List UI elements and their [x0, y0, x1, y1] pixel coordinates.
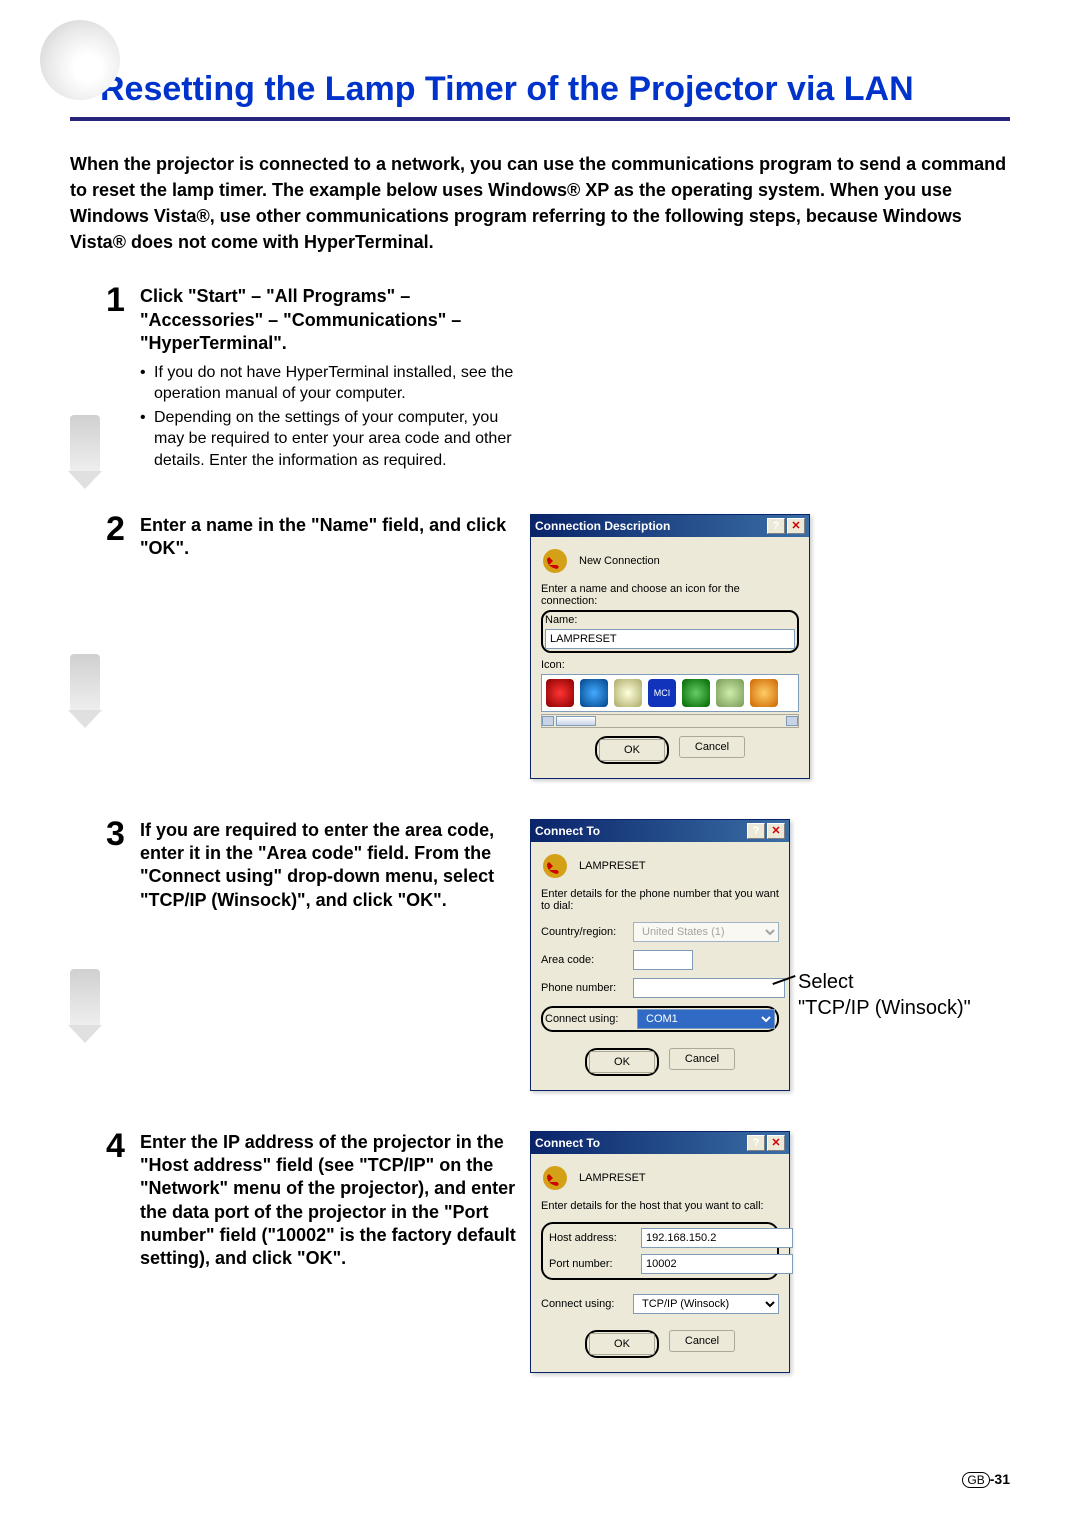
bullet-item: Depending on the settings of your comput…	[140, 407, 530, 472]
annotation-callout: Select "TCP/IP (Winsock)"	[798, 969, 971, 1021]
corner-decoration	[40, 20, 120, 100]
country-label: Country/region:	[541, 926, 627, 938]
connection-icon-5[interactable]	[682, 679, 710, 707]
name-label: Name:	[545, 614, 795, 626]
ok-button[interactable]: OK	[589, 1051, 655, 1073]
dialog-subtitle: LAMPRESET	[579, 1172, 646, 1184]
connect-using-label: Connect using:	[545, 1013, 631, 1025]
scroll-right[interactable]	[786, 716, 798, 726]
connect-to-dialog-host: Connect To ? ✕ LAMPRESET Enter details f…	[530, 1131, 790, 1373]
connection-icon-7[interactable]	[750, 679, 778, 707]
page-footer: GB-31	[962, 1471, 1010, 1488]
phone-label: Phone number:	[541, 982, 627, 994]
dialog-title: Connect To	[535, 824, 600, 838]
close-icon: ✕	[771, 824, 780, 837]
step-heading: If you are required to enter the area co…	[140, 819, 530, 913]
step-number: 2	[106, 510, 125, 549]
telephone-icon	[541, 852, 569, 880]
intro-paragraph: When the projector is connected to a net…	[70, 151, 1010, 255]
step-arrow	[70, 969, 100, 1029]
annotation-line2: "TCP/IP (Winsock)"	[798, 995, 971, 1021]
connect-using-select[interactable]: COM1	[637, 1009, 775, 1029]
connection-icon-6[interactable]	[716, 679, 744, 707]
dialog-title: Connect To	[535, 1136, 600, 1150]
close-icon: ✕	[791, 519, 800, 532]
help-button[interactable]: ?	[767, 518, 785, 534]
icon-picker[interactable]: MCI	[541, 674, 799, 712]
name-input[interactable]	[545, 629, 795, 649]
host-port-highlight: Host address: Port number:	[541, 1222, 779, 1280]
dialog-instruction: Enter a name and choose an icon for the …	[541, 583, 799, 607]
port-number-label: Port number:	[549, 1258, 635, 1270]
connect-using-label: Connect using:	[541, 1298, 627, 1310]
title-underline	[70, 117, 1010, 121]
page-number: -31	[990, 1471, 1010, 1487]
help-button[interactable]: ?	[747, 1135, 765, 1151]
ok-highlight: OK	[585, 1048, 659, 1076]
close-button[interactable]: ✕	[787, 518, 805, 534]
step-arrow	[70, 654, 100, 714]
annotation-line1: Select	[798, 969, 971, 995]
step-arrow	[70, 415, 100, 475]
step-3: 3 If you are required to enter the area …	[70, 819, 1010, 1091]
step-number: 1	[106, 281, 125, 320]
close-icon: ✕	[771, 1136, 780, 1149]
close-button[interactable]: ✕	[767, 823, 785, 839]
bullet-item: If you do not have HyperTerminal install…	[140, 362, 530, 405]
step-number: 3	[106, 815, 125, 854]
help-button[interactable]: ?	[747, 823, 765, 839]
step-4: 4 Enter the IP address of the projector …	[70, 1131, 1010, 1373]
close-button[interactable]: ✕	[767, 1135, 785, 1151]
cancel-button[interactable]: Cancel	[679, 736, 745, 758]
region-badge: GB	[962, 1472, 989, 1488]
connection-icon-3[interactable]	[614, 679, 642, 707]
connection-icon-mci[interactable]: MCI	[648, 679, 676, 707]
help-icon: ?	[753, 825, 760, 837]
icon-scrollbar[interactable]	[541, 714, 799, 728]
port-number-input[interactable]	[641, 1254, 793, 1274]
host-address-label: Host address:	[549, 1232, 635, 1244]
connection-description-dialog: Connection Description ? ✕ New Connectio…	[530, 514, 810, 779]
step-1: 1 Click "Start" – "All Programs" – "Acce…	[70, 285, 1010, 473]
icon-label: Icon:	[541, 659, 799, 671]
ok-button[interactable]: OK	[589, 1333, 655, 1355]
scroll-thumb[interactable]	[556, 716, 596, 726]
ok-highlight: OK	[585, 1330, 659, 1358]
step-heading: Click "Start" – "All Programs" – "Access…	[140, 285, 530, 355]
phone-input[interactable]	[633, 978, 785, 998]
dialog-subtitle: New Connection	[579, 555, 660, 567]
area-code-label: Area code:	[541, 954, 627, 966]
connect-to-dialog-phone: Connect To ? ✕ LAMPRESET Enter details f…	[530, 819, 790, 1091]
area-code-input[interactable]	[633, 950, 693, 970]
dialog-title: Connection Description	[535, 519, 670, 533]
country-select[interactable]: United States (1)	[633, 922, 779, 942]
cancel-button[interactable]: Cancel	[669, 1330, 735, 1352]
ok-highlight: OK	[595, 736, 669, 764]
step-number: 4	[106, 1127, 125, 1166]
step-heading: Enter a name in the "Name" field, and cl…	[140, 514, 530, 561]
connect-using-highlight: Connect using: COM1	[541, 1006, 779, 1032]
step-2: 2 Enter a name in the "Name" field, and …	[70, 514, 1010, 779]
connection-icon-2[interactable]	[580, 679, 608, 707]
telephone-icon	[541, 547, 569, 575]
dialog-instruction: Enter details for the phone number that …	[541, 888, 779, 912]
help-icon: ?	[773, 520, 780, 532]
page-title: Resetting the Lamp Timer of the Projecto…	[100, 70, 1010, 109]
step-heading: Enter the IP address of the projector in…	[140, 1131, 530, 1271]
cancel-button[interactable]: Cancel	[669, 1048, 735, 1070]
connect-using-select[interactable]: TCP/IP (Winsock)	[633, 1294, 779, 1314]
host-address-input[interactable]	[641, 1228, 793, 1248]
step-bullets: If you do not have HyperTerminal install…	[140, 362, 530, 472]
telephone-icon	[541, 1164, 569, 1192]
help-icon: ?	[753, 1137, 760, 1149]
dialog-subtitle: LAMPRESET	[579, 860, 646, 872]
name-field-highlight: Name:	[541, 610, 799, 653]
ok-button[interactable]: OK	[599, 739, 665, 761]
connection-icon-1[interactable]	[546, 679, 574, 707]
scroll-left[interactable]	[542, 716, 554, 726]
dialog-instruction: Enter details for the host that you want…	[541, 1200, 779, 1212]
